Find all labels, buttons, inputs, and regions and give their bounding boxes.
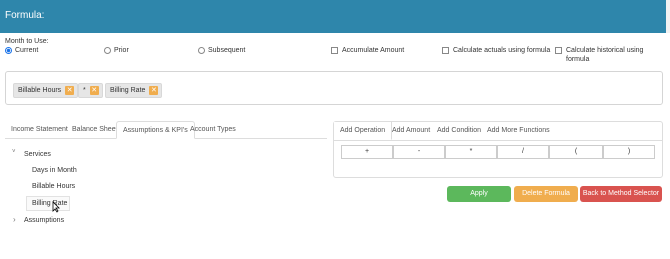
tab-add-more-functions[interactable]: Add More Functions (487, 122, 550, 140)
checkbox-calculate-actuals[interactable]: Calculate actuals using formula (442, 46, 550, 55)
chevron-down-icon[interactable]: ˅ (12, 149, 16, 155)
formula-header: Formula: (0, 0, 670, 33)
operation-minus-button[interactable]: - (393, 145, 445, 159)
formula-token: * ✕ (78, 83, 103, 98)
mouse-pointer-icon (52, 201, 60, 213)
operation-divide-button[interactable]: / (497, 145, 549, 159)
radio-prior-indicator[interactable] (104, 47, 111, 54)
scrollbar-strip (666, 0, 670, 33)
radio-prior[interactable]: Prior (104, 46, 129, 55)
operation-multiply-button[interactable]: * (445, 145, 497, 159)
tab-assumptions-kpis[interactable]: Assumptions & KPI's (116, 121, 195, 139)
formula-token-label: Billing Rate (110, 87, 146, 94)
page-title: Formula: (5, 10, 45, 21)
chevron-right-icon[interactable]: › (13, 215, 16, 224)
checkbox-calculate-actuals-label: Calculate actuals using formula (453, 47, 551, 54)
close-icon[interactable]: ✕ (89, 86, 99, 95)
formula-token: Billable Hours ✕ (13, 83, 79, 98)
formula-token-label: * (83, 87, 86, 94)
checkbox-calculate-historical-box[interactable] (555, 47, 562, 54)
formula-expression-box[interactable]: Billable Hours ✕ * ✕ Billing Rate ✕ (5, 71, 663, 105)
checkbox-calculate-historical-label: Calculate historical using formula (566, 47, 644, 63)
tab-add-condition[interactable]: Add Condition (437, 122, 481, 140)
tree-group-assumptions[interactable]: Assumptions (24, 217, 64, 224)
radio-subsequent-indicator[interactable] (198, 47, 205, 54)
tab-divider (334, 140, 662, 141)
checkbox-accumulate-amount-box[interactable] (331, 47, 338, 54)
checkbox-calculate-historical[interactable]: Calculate historical using formula (555, 46, 655, 64)
close-icon[interactable]: ✕ (65, 86, 75, 95)
radio-current-label: Current (15, 47, 39, 54)
back-to-method-selector-button[interactable]: Back to Method Selector (580, 186, 662, 202)
radio-current-indicator[interactable] (5, 47, 12, 54)
radio-subsequent-label: Subsequent (208, 47, 246, 54)
checkbox-accumulate-amount-label: Accumulate Amount (342, 47, 405, 54)
radio-current[interactable]: Current (5, 46, 38, 55)
month-to-use-label: Month to Use: (5, 38, 49, 45)
checkbox-calculate-actuals-box[interactable] (442, 47, 449, 54)
apply-button[interactable]: Apply (447, 186, 511, 202)
operation-close-paren-button[interactable]: ) (603, 145, 655, 159)
delete-formula-button[interactable]: Delete Formula (514, 186, 578, 202)
formula-token: Billing Rate ✕ (105, 83, 163, 98)
account-source-tabs: Income Statement Balance Sheet Assumptio… (5, 121, 327, 139)
radio-subsequent[interactable]: Subsequent (198, 46, 245, 55)
tree-item-billing-rate[interactable]: Billing Rate (32, 200, 67, 207)
tree-item-days-in-month[interactable]: Days in Month (32, 167, 77, 174)
tab-add-amount[interactable]: Add Amount (392, 122, 430, 140)
formula-token-label: Billable Hours (18, 87, 62, 94)
tab-account-types[interactable]: Account Types (190, 121, 236, 139)
tab-income-statement[interactable]: Income Statement (11, 121, 68, 139)
tab-add-operation[interactable]: Add Operation (334, 122, 393, 140)
tab-balance-sheet[interactable]: Balance Sheet (72, 121, 118, 139)
checkbox-accumulate-amount[interactable]: Accumulate Amount (331, 46, 404, 55)
radio-prior-label: Prior (114, 47, 129, 54)
tree-group-services[interactable]: Services (24, 151, 51, 158)
operation-open-paren-button[interactable]: ( (549, 145, 603, 159)
operation-plus-button[interactable]: + (341, 145, 393, 159)
close-icon[interactable]: ✕ (149, 86, 159, 95)
tree-item-billable-hours[interactable]: Billable Hours (32, 183, 75, 190)
